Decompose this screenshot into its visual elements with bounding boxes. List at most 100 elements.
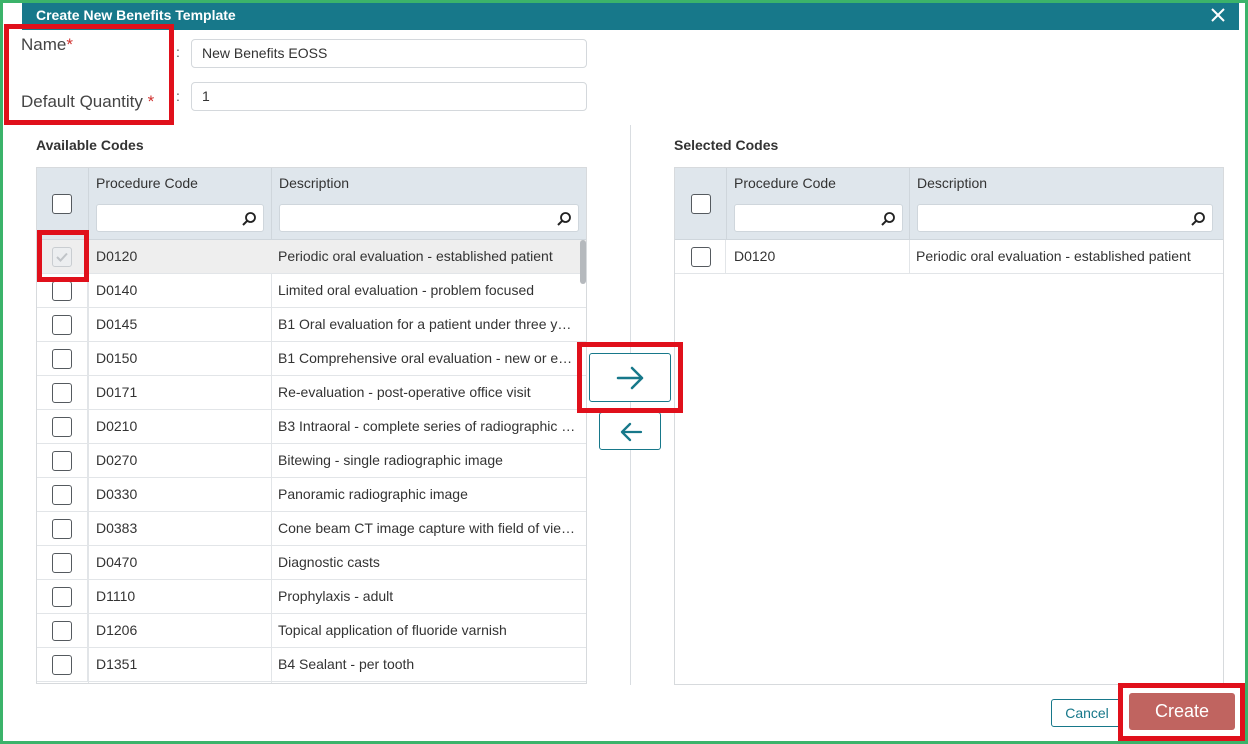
table-row[interactable]: D0150 B1 Comprehensive oral evaluation -…: [37, 342, 586, 376]
table-row[interactable]: D0330 Panoramic radiographic image: [37, 478, 586, 512]
search-icon: [881, 212, 895, 226]
row-checkbox[interactable]: [52, 281, 72, 301]
row-checkbox[interactable]: [52, 383, 72, 403]
description-header-label: Description: [917, 175, 988, 191]
name-label-text: Name: [21, 35, 67, 54]
description: Panoramic radiographic image: [278, 486, 468, 502]
description: B3 Intraoral - complete series of radiog…: [278, 418, 578, 434]
table-row[interactable]: D0171 Re-evaluation - post-operative off…: [37, 376, 586, 410]
row-checkbox-cell: [37, 546, 88, 580]
selected-codes-grid: Procedure Code Description D0120 Periodi…: [674, 167, 1224, 685]
row-checkbox-cell: [37, 308, 88, 342]
row-checkbox[interactable]: [52, 655, 72, 675]
close-icon[interactable]: [1207, 4, 1229, 26]
table-row[interactable]: D0120 Periodic oral evaluation - establi…: [37, 240, 586, 274]
available-codes-title: Available Codes: [36, 137, 144, 153]
create-button[interactable]: Create: [1129, 693, 1235, 730]
default-quantity-field[interactable]: 1: [191, 82, 587, 111]
available-codes-grid: Procedure Code Description D0120 Periodi…: [36, 167, 587, 684]
row-checkbox[interactable]: [52, 417, 72, 437]
search-icon: [1191, 212, 1205, 226]
procedure-code-filter[interactable]: [734, 204, 903, 232]
default-quantity-label-text: Default Quantity: [21, 92, 143, 111]
dialog-title: Create New Benefits Template: [36, 7, 236, 23]
select-all-checkbox[interactable]: [691, 194, 711, 214]
row-checkbox[interactable]: [52, 621, 72, 641]
procedure-code: D0171: [96, 384, 138, 400]
description: Prophylaxis - adult: [278, 588, 394, 604]
procedure-code-header-label: Procedure Code: [96, 175, 198, 191]
row-checkbox[interactable]: [52, 587, 72, 607]
available-grid-header: Procedure Code Description: [37, 168, 586, 240]
procedure-code-filter[interactable]: [96, 204, 264, 232]
procedure-code: D1206: [96, 622, 138, 638]
procedure-code: D1351: [96, 656, 138, 672]
procedure-code: D0150: [96, 350, 138, 366]
cancel-button[interactable]: Cancel: [1051, 699, 1123, 727]
row-checkbox[interactable]: [52, 315, 72, 335]
name-field[interactable]: New Benefits EOSS: [191, 39, 587, 68]
row-checkbox-cell: [37, 512, 88, 546]
column-divider: [909, 240, 910, 273]
description: Periodic oral evaluation - established p…: [916, 248, 1191, 264]
row-checkbox[interactable]: [52, 553, 72, 573]
procedure-code: D0120: [734, 248, 776, 264]
description: B4 Sealant - per tooth: [278, 656, 415, 672]
check-icon: [56, 252, 68, 262]
description-header-label: Description: [279, 175, 350, 191]
selected-grid-header: Procedure Code Description: [675, 168, 1223, 240]
procedure-code: D0140: [96, 282, 138, 298]
row-checkbox-cell: [37, 376, 88, 410]
table-row[interactable]: D0270 Bitewing - single radiographic ima…: [37, 444, 586, 478]
row-checkbox[interactable]: [52, 247, 72, 267]
description: Limited oral evaluation - problem focuse…: [278, 282, 535, 298]
row-checkbox-cell: [37, 580, 88, 614]
description: Diagnostic casts: [278, 554, 380, 570]
table-row[interactable]: D0140 Limited oral evaluation - problem …: [37, 274, 586, 308]
row-checkbox-cell: [37, 342, 88, 376]
description: Bitewing - single radiographic image: [278, 452, 503, 468]
description-filter[interactable]: [917, 204, 1213, 232]
select-all-checkbox[interactable]: [52, 194, 72, 214]
procedure-code: D1110: [96, 588, 136, 604]
arrow-left-icon: [620, 422, 643, 442]
table-row[interactable]: D1351 B4 Sealant - per tooth: [37, 648, 586, 682]
row-checkbox[interactable]: [52, 485, 72, 505]
select-all-header: [37, 168, 89, 240]
arrow-right-icon: [616, 366, 644, 390]
description: B1 Oral evaluation for a patient under t…: [278, 316, 578, 332]
search-icon: [557, 212, 571, 226]
procedure-code: D0210: [96, 418, 138, 434]
move-right-button[interactable]: [589, 353, 671, 402]
procedure-code-header-label: Procedure Code: [734, 175, 836, 191]
row-checkbox[interactable]: [52, 451, 72, 471]
table-row[interactable]: D0383 Cone beam CT image capture with fi…: [37, 512, 586, 546]
row-checkbox[interactable]: [52, 349, 72, 369]
available-scrollbar[interactable]: [580, 240, 586, 284]
table-row[interactable]: D1110 Prophylaxis - adult: [37, 580, 586, 614]
table-row[interactable]: D0470 Diagnostic casts: [37, 546, 586, 580]
select-all-header: [675, 168, 727, 240]
table-row[interactable]: D0210 B3 Intraoral - complete series of …: [37, 410, 586, 444]
table-row[interactable]: D0120 Periodic oral evaluation - establi…: [675, 240, 1223, 274]
selected-codes-title: Selected Codes: [674, 137, 779, 153]
row-checkbox-cell: [37, 478, 88, 512]
procedure-code: D0120: [96, 248, 138, 264]
table-row[interactable]: D1206 Topical application of fluoride va…: [37, 614, 586, 648]
row-checkbox-cell: [37, 614, 88, 648]
move-left-button[interactable]: [599, 412, 661, 450]
description: Topical application of fluoride varnish: [278, 622, 507, 638]
table-row[interactable]: D0145 B1 Oral evaluation for a patient u…: [37, 308, 586, 342]
row-checkbox-cell: [37, 648, 88, 682]
procedure-code: D0470: [96, 554, 138, 570]
description-filter[interactable]: [279, 204, 579, 232]
procedure-code: D0270: [96, 452, 138, 468]
procedure-code: D0330: [96, 486, 138, 502]
row-checkbox-cell: [37, 274, 88, 308]
description: Re-evaluation - post-operative office vi…: [278, 384, 531, 400]
description: Periodic oral evaluation - established p…: [278, 248, 553, 264]
description-header: Description: [910, 168, 1223, 240]
procedure-code-header: Procedure Code: [89, 168, 272, 240]
row-checkbox[interactable]: [52, 519, 72, 539]
row-checkbox[interactable]: [691, 247, 711, 267]
